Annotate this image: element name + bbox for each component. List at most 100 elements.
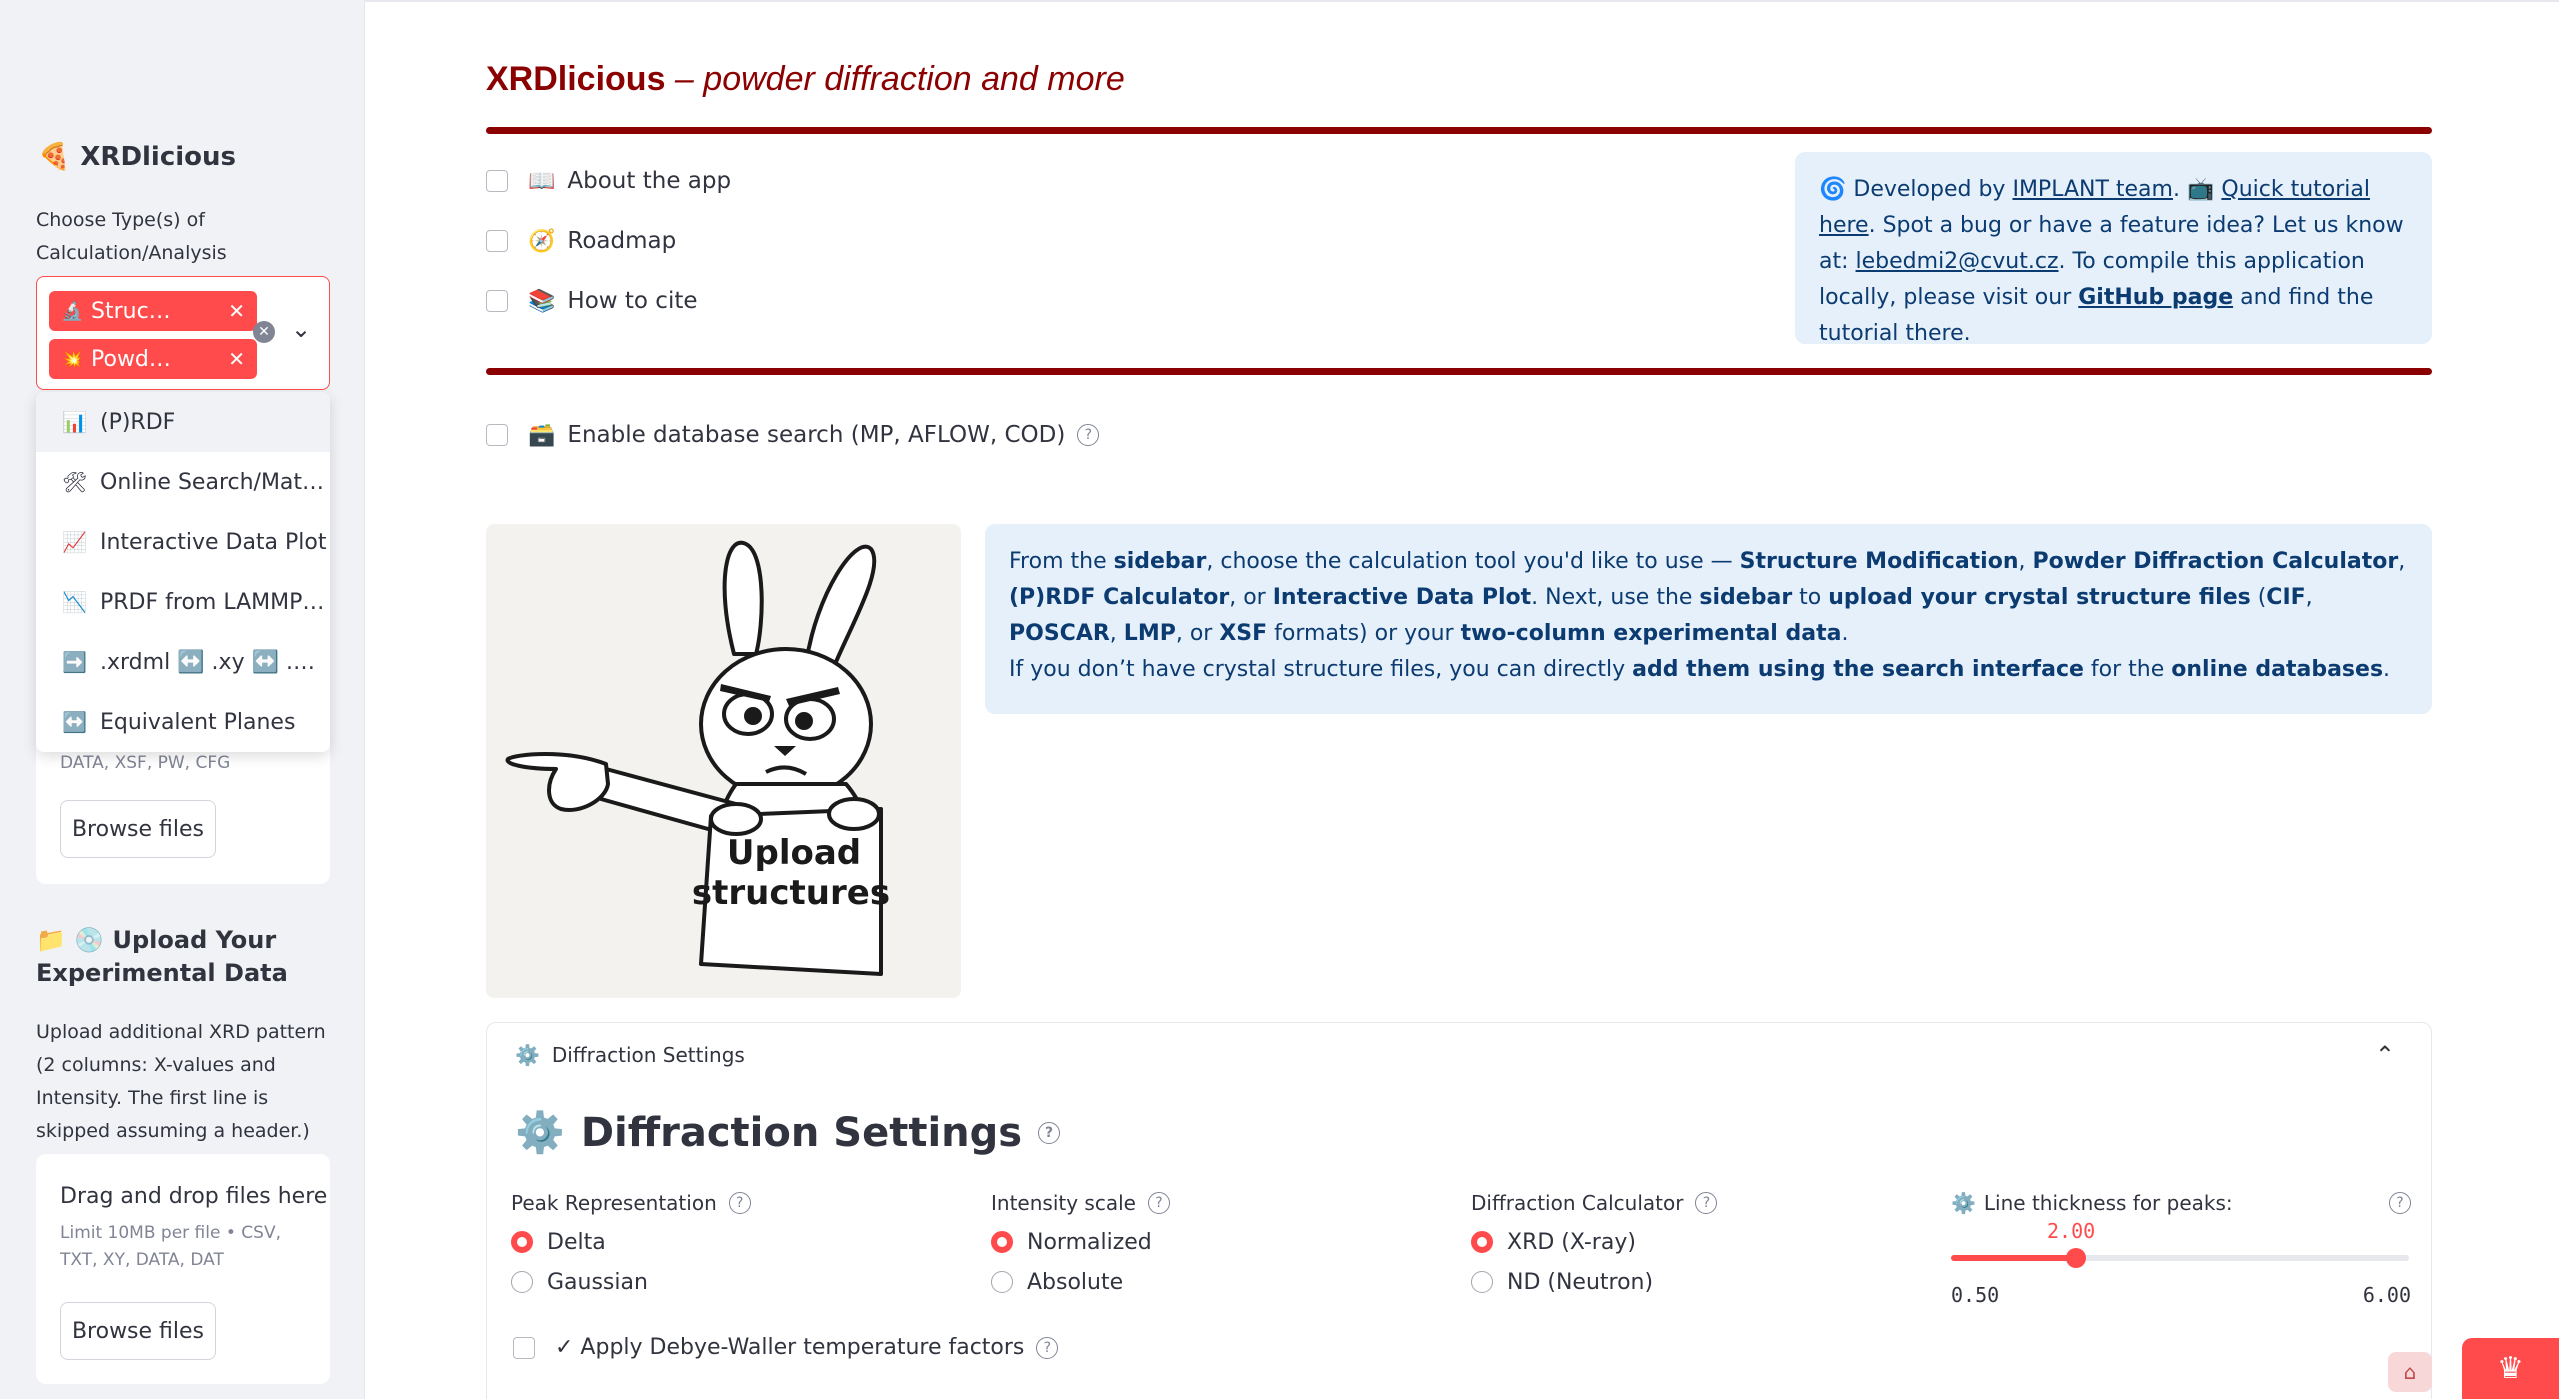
radio-absolute[interactable]: Absolute [991, 1267, 1170, 1297]
upload-structures-illustration: Upload structures [486, 524, 961, 998]
checkbox-box[interactable] [513, 1336, 535, 1359]
tools-icon: 🛠 [62, 470, 88, 494]
chip-structure[interactable]: 🔬 Struc… ✕ [49, 291, 257, 331]
dropdown-item-interactive-plot[interactable]: 📈 Interactive Data Plot [36, 512, 330, 572]
crown-icon[interactable]: ♛ [2462, 1338, 2559, 1399]
radio-normalized[interactable]: Normalized [991, 1227, 1170, 1257]
line-thickness-slider-group: ⚙️ Line thickness for peaks: ? 2.00 0.50… [1951, 1189, 2411, 1307]
checkbox-box[interactable] [486, 170, 508, 192]
how-to-cite-checkbox[interactable]: 📚 How to cite [486, 288, 698, 314]
gear-icon: ⚙️ [515, 1043, 540, 1067]
card-box-icon: 🗃️ [528, 422, 556, 448]
book-icon: 📖 [528, 168, 556, 194]
calculation-type-multiselect[interactable]: 🔬 Struc… ✕ 💥 Powd… ✕ ✕ ⌄ [36, 276, 330, 390]
checkbox-box[interactable] [486, 290, 508, 312]
spiral-icon: 🌀 [1819, 177, 1847, 202]
chip-powder[interactable]: 💥 Powd… ✕ [49, 339, 257, 379]
drag-drop-label: Drag and drop files here [60, 1184, 328, 1209]
chevron-up-icon[interactable]: ⌃ [2375, 1041, 2395, 1069]
top-border [365, 0, 2559, 2]
slider-track[interactable] [1951, 1248, 2409, 1268]
radio-button[interactable] [991, 1271, 1013, 1293]
expander-header[interactable]: ⚙️ Diffraction Settings [515, 1043, 745, 1067]
help-icon[interactable]: ? [1695, 1192, 1718, 1214]
slider-max: 6.00 [2362, 1283, 2411, 1307]
bar-chart-icon: 📊 [62, 410, 87, 434]
divider [486, 368, 2432, 375]
calculation-type-dropdown: 📊 (P)RDF 🛠 Online Search/Mat… 📈 Interact… [36, 392, 330, 752]
radio-button[interactable] [991, 1231, 1013, 1253]
radio-button[interactable] [511, 1231, 533, 1253]
peak-label: Peak Representation [511, 1191, 717, 1215]
gear-icon: ⚙️ [515, 1110, 565, 1156]
radio-button[interactable] [1471, 1231, 1493, 1253]
line-chart-icon: 📈 [62, 530, 87, 554]
radio-gaussian[interactable]: Gaussian [511, 1267, 751, 1297]
microscope-icon: 🔬 [61, 300, 84, 322]
intensity-scale-group: Intensity scale? Normalized Absolute [991, 1189, 1170, 1297]
upload-limit-text: DATA, XSF, PW, CFG [60, 753, 231, 773]
debye-waller-checkbox[interactable]: ✓ Apply Debye-Waller temperature factors… [513, 1335, 1059, 1360]
intensity-label: Intensity scale [991, 1191, 1136, 1215]
help-icon[interactable]: ? [728, 1192, 751, 1214]
browse-files-button[interactable]: Browse files [60, 800, 216, 858]
slider-thumb[interactable] [2065, 1248, 2086, 1268]
dropdown-item-prdf-lammps[interactable]: 📉 PRDF from LAMMP… [36, 572, 330, 632]
slider-min: 0.50 [1951, 1283, 2000, 1307]
roadmap-checkbox[interactable]: 🧭 Roadmap [486, 228, 676, 254]
browse-files-button[interactable]: Browse files [60, 1302, 216, 1360]
folder-icon: 📁 [36, 926, 66, 954]
streamlit-logo-icon[interactable]: ⌂ [2388, 1352, 2432, 1392]
experimental-data-header: 📁 💿 Upload Your Experimental Data [36, 926, 288, 987]
slider-value: 2.00 [2047, 1219, 2096, 1243]
slider-label: Line thickness for peaks: [1983, 1191, 2233, 1215]
pizza-icon: 🍕 [38, 142, 71, 172]
peak-representation-group: Peak Representation? Delta Gaussian [511, 1189, 751, 1297]
dropdown-item-prdf[interactable]: 📊 (P)RDF [36, 392, 330, 452]
email-link[interactable]: lebedmi2@cvut.cz [1856, 249, 2059, 274]
radio-button[interactable] [1471, 1271, 1493, 1293]
calculator-label: Diffraction Calculator [1471, 1191, 1684, 1215]
upload-limit-text: Limit 10MB per file • CSV, TXT, XY, DATA… [60, 1223, 281, 1270]
dropdown-item-xrdml-convert[interactable]: ➡️ .xrdml ↔️ .xy ↔️ .… [36, 632, 330, 692]
experimental-uploader[interactable]: Drag and drop files here Limit 10MB per … [36, 1154, 330, 1384]
remove-chip-icon[interactable]: ✕ [228, 299, 245, 323]
radio-nd[interactable]: ND (Neutron) [1471, 1267, 1717, 1297]
developer-info-box: 🌀 Developed by IMPLANT team. 📺 Quick tut… [1795, 152, 2432, 346]
sidebar: 🍕 XRDlicious Choose Type(s) of Calculati… [0, 0, 365, 1399]
radio-xrd[interactable]: XRD (X-ray) [1471, 1227, 1717, 1257]
about-app-checkbox[interactable]: 📖 About the app [486, 168, 731, 194]
experimental-data-text: Upload additional XRD pattern (2 columns… [36, 1021, 326, 1142]
radio-delta[interactable]: Delta [511, 1227, 751, 1257]
left-right-arrow-icon: ↔️ [62, 710, 87, 734]
slider-fill [1951, 1255, 2076, 1261]
checkbox-box[interactable] [486, 230, 508, 252]
calculation-type-label: Choose Type(s) of Calculation/Analysis [36, 209, 227, 264]
divider [486, 127, 2432, 134]
implant-team-link[interactable]: IMPLANT team [2012, 177, 2173, 202]
help-icon[interactable]: ? [2389, 1192, 2411, 1214]
sparkle-icon: 💥 [61, 348, 84, 370]
remove-chip-icon[interactable]: ✕ [228, 347, 245, 371]
arrow-right-icon: ➡️ [62, 650, 87, 674]
instructions-box: From the sidebar, choose the calculation… [985, 524, 2432, 714]
illustration-text: Upload [727, 833, 861, 873]
page-title: XRDlicious – powder diffraction and more [486, 60, 1125, 98]
dropdown-item-equivalent-planes[interactable]: ↔️ Equivalent Planes [36, 692, 330, 752]
help-icon[interactable]: ? [1147, 1192, 1170, 1214]
help-icon[interactable]: ? [1036, 1336, 1059, 1359]
section-title: ⚙️ Diffraction Settings ? [515, 1109, 1061, 1156]
tv-icon: 📺 [2186, 177, 2215, 202]
help-icon[interactable]: ? [1077, 424, 1100, 446]
chevron-down-icon[interactable]: ⌄ [291, 315, 311, 343]
gear-icon: ⚙️ [1951, 1191, 1976, 1215]
help-icon[interactable]: ? [1038, 1121, 1061, 1144]
radio-button[interactable] [511, 1271, 533, 1293]
diffraction-calculator-group: Diffraction Calculator? XRD (X-ray) ND (… [1471, 1189, 1718, 1297]
disc-icon: 💿 [74, 926, 105, 954]
database-search-checkbox[interactable]: 🗃️ Enable database search (MP, AFLOW, CO… [486, 422, 1100, 448]
github-link[interactable]: GitHub page [2078, 285, 2233, 310]
dropdown-item-online-search[interactable]: 🛠 Online Search/Mat… [36, 452, 330, 512]
clear-all-icon[interactable]: ✕ [253, 321, 275, 343]
checkbox-box[interactable] [486, 424, 508, 446]
